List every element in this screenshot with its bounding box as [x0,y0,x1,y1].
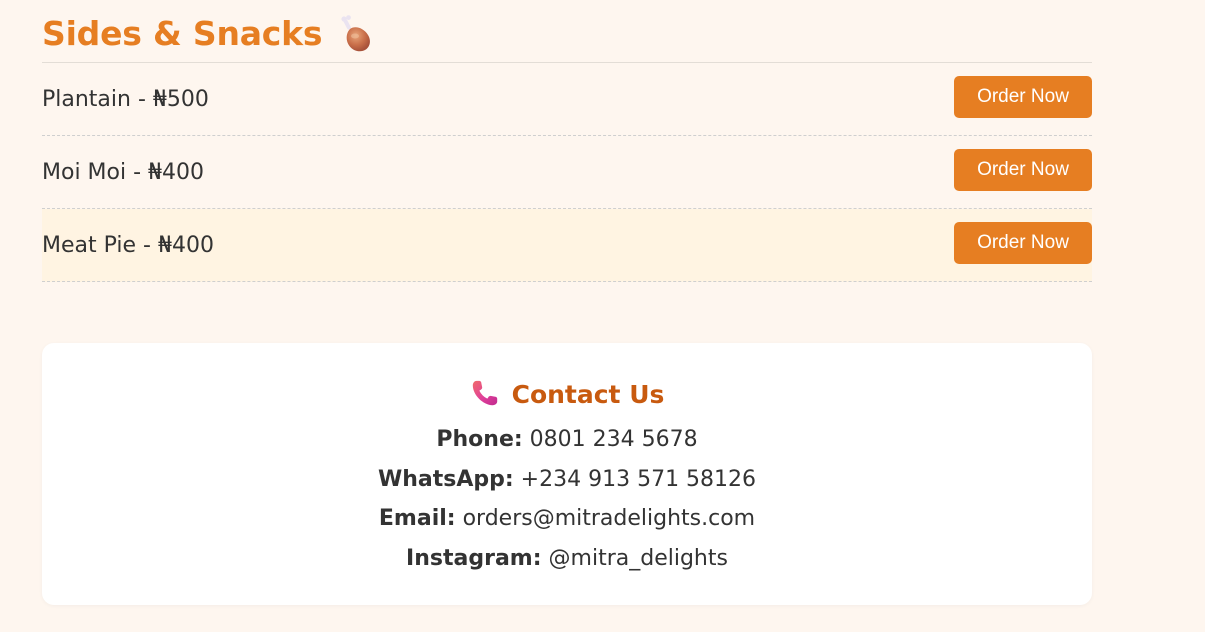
whatsapp-value: +234 913 571 58126 [520,466,757,492]
order-now-button[interactable]: Order Now [954,149,1092,191]
contact-heading: Contact Us [42,376,1092,412]
menu-item-moi-moi: Moi Moi - ₦400 Order Now [42,136,1092,209]
menu-item-meat-pie: Meat Pie - ₦400 Order Now [42,209,1092,282]
section-title: Sides & Snacks [42,13,323,53]
phone-value: 0801 234 5678 [529,427,698,452]
contact-email-line: Email: orders@mitradelights.com [42,499,1092,539]
contact-whatsapp-line: WhatsApp: +234 913 571 58126 [42,460,1092,500]
order-now-button[interactable]: Order Now [954,222,1092,264]
chicken-leg-icon [340,15,374,55]
contact-instagram-line: Instagram: @mitra_delights [42,539,1092,579]
contact-title: Contact Us [511,379,665,409]
email-value: orders@mitradelights.com [462,506,756,532]
menu-item-text: Meat Pie - ₦400 [42,232,214,258]
order-now-button[interactable]: Order Now [954,76,1092,118]
menu-item-text: Moi Moi - ₦400 [42,159,205,185]
menu-item-text: Plantain - ₦500 [42,86,209,112]
whatsapp-label: WhatsApp: [377,466,514,492]
contact-phone-line: Phone: 0801 234 5678 [42,420,1092,460]
section-header: Sides & Snacks [42,0,1092,63]
phone-icon [472,380,497,406]
instagram-value: @mitra_delights [548,546,728,572]
phone-label: Phone: [436,427,523,452]
email-label: Email: [378,506,456,532]
instagram-label: Instagram: [406,546,542,572]
menu-item-plantain: Plantain - ₦500 Order Now [42,63,1092,136]
menu-section-sides-snacks: Sides & Snacks Plantain - ₦500 Order Now… [42,0,1092,282]
contact-card: Contact Us Phone: 0801 234 5678 WhatsApp… [42,343,1092,605]
menu-list: Plantain - ₦500 Order Now Moi Moi - ₦400… [42,63,1092,282]
